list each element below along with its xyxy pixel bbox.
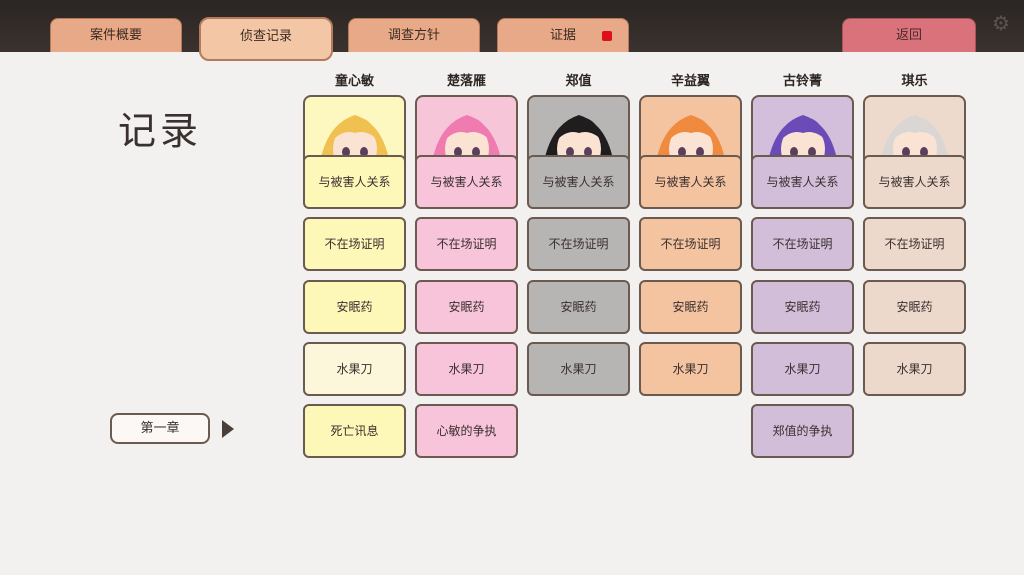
- clue-card[interactable]: 安眠药: [639, 280, 742, 334]
- clue-card[interactable]: 不在场证明: [415, 217, 518, 271]
- chapter-label: 第一章: [140, 421, 180, 436]
- clue-card[interactable]: 与被害人关系: [303, 155, 406, 209]
- clue-card[interactable]: 心敏的争执: [415, 404, 518, 458]
- next-chapter-arrow-icon[interactable]: [222, 420, 234, 438]
- page-title: 记录: [118, 109, 203, 153]
- tab-label: 调查方针: [387, 28, 440, 43]
- character-name: 郑值: [565, 74, 592, 89]
- character-name: 楚落雁: [446, 74, 486, 89]
- clue-card[interactable]: 安眠药: [527, 280, 630, 334]
- clue-card[interactable]: 安眠药: [303, 280, 406, 334]
- clue-card[interactable]: 水果刀: [751, 342, 854, 396]
- chapter-selector[interactable]: 第一章: [110, 413, 210, 444]
- clue-card[interactable]: 不在场证明: [303, 217, 406, 271]
- clue-card[interactable]: 不在场证明: [527, 217, 630, 271]
- new-badge: [602, 31, 612, 41]
- tab-investigation-records[interactable]: 侦查记录: [199, 17, 333, 61]
- tab-label: 案件概要: [89, 28, 142, 43]
- clue-card[interactable]: 不在场证明: [639, 217, 742, 271]
- clue-card[interactable]: 郑值的争执: [751, 404, 854, 458]
- clue-card[interactable]: 不在场证明: [751, 217, 854, 271]
- clue-card[interactable]: 与被害人关系: [639, 155, 742, 209]
- character-name: 童心敏: [334, 74, 374, 89]
- clue-card[interactable]: 水果刀: [415, 342, 518, 396]
- tab-evidence[interactable]: 证据: [497, 18, 629, 52]
- clue-card[interactable]: 水果刀: [863, 342, 966, 396]
- clue-card[interactable]: 安眠药: [751, 280, 854, 334]
- clue-card[interactable]: 安眠药: [415, 280, 518, 334]
- clue-card[interactable]: 不在场证明: [863, 217, 966, 271]
- clue-card[interactable]: 与被害人关系: [415, 155, 518, 209]
- clue-card[interactable]: 与被害人关系: [527, 155, 630, 209]
- character-name: 琪乐: [901, 74, 928, 89]
- back-label: 返回: [895, 28, 922, 43]
- clue-card[interactable]: 水果刀: [527, 342, 630, 396]
- clue-card[interactable]: 与被害人关系: [751, 155, 854, 209]
- clue-card[interactable]: 死亡讯息: [303, 404, 406, 458]
- gear-icon[interactable]: ⚙: [990, 12, 1012, 34]
- character-column: 古铃菁与被害人关系 不在场证明安眠药水果刀郑值的争执: [751, 72, 854, 458]
- character-column: 楚落雁与被害人关系 不在场证明安眠药水果刀心敏的争执: [415, 72, 518, 458]
- clue-card[interactable]: 水果刀: [303, 342, 406, 396]
- character-column: 辛益翼与被害人关系 不在场证明安眠药水果刀: [639, 72, 742, 396]
- back-button[interactable]: 返回: [842, 18, 976, 52]
- character-name: 辛益翼: [670, 74, 710, 89]
- clue-card[interactable]: 安眠药: [863, 280, 966, 334]
- character-name: 古铃菁: [782, 74, 822, 89]
- character-column: 童心敏与被害人关系 不在场证明安眠药水果刀死亡讯息: [303, 72, 406, 458]
- tab-investigation-policy[interactable]: 调查方针: [348, 18, 480, 52]
- clue-card[interactable]: 水果刀: [639, 342, 742, 396]
- tab-label: 侦查记录: [239, 29, 292, 44]
- clue-card[interactable]: 与被害人关系: [863, 155, 966, 209]
- tab-case-overview[interactable]: 案件概要: [50, 18, 182, 52]
- tab-label: 证据: [549, 28, 576, 43]
- character-column: 琪乐与被害人关系 不在场证明安眠药水果刀: [863, 72, 966, 396]
- character-column: 郑值与被害人关系 不在场证明安眠药水果刀: [527, 72, 630, 396]
